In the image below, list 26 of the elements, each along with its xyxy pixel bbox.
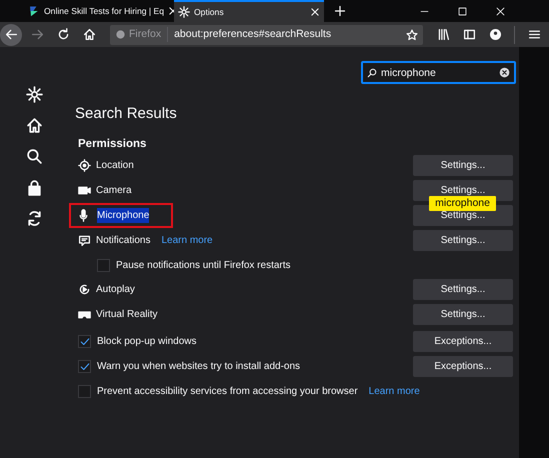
permission-label: Location [96, 159, 134, 173]
permission-label: Notifications [96, 234, 150, 248]
browser-tab[interactable]: Options [174, 0, 324, 22]
permission-label: Virtual Reality [96, 308, 158, 322]
settings-button[interactable]: Settings... [413, 279, 513, 300]
permission-label: Autoplay [96, 283, 135, 297]
learn-more-link[interactable]: Learn more [161, 233, 213, 248]
browser-identity-label: Firefox [129, 26, 162, 42]
learn-more-link[interactable]: Learn more [368, 384, 420, 399]
exceptions-button[interactable]: Exceptions... [413, 356, 513, 377]
checkbox-label: Prevent accessibility services from accessing your browser [97, 385, 358, 399]
settings-button[interactable]: Settings... [413, 304, 513, 325]
search-field[interactable]: microphone [361, 61, 516, 84]
exceptions-button[interactable]: Exceptions... [413, 331, 513, 352]
section-heading: Permissions [77, 137, 148, 152]
checkbox-label: Block pop-up windows [97, 335, 196, 349]
url-text: about:preferences#searchResults [174, 26, 332, 42]
search-match-tooltip: microphone [429, 196, 496, 211]
checkbox-label: Pause notifications until Firefox restarts [116, 258, 291, 272]
settings-button[interactable]: Settings... [413, 230, 513, 251]
address-bar[interactable]: Firefox about:preferences#searchResults [110, 24, 423, 44]
permission-label: Microphone [97, 208, 150, 223]
page-heading: Search Results [75, 104, 178, 124]
settings-button[interactable]: Settings... [413, 155, 513, 176]
checkbox-label: Warn you when websites try to install add-ons [97, 360, 300, 374]
permission-label: Camera [96, 184, 132, 198]
